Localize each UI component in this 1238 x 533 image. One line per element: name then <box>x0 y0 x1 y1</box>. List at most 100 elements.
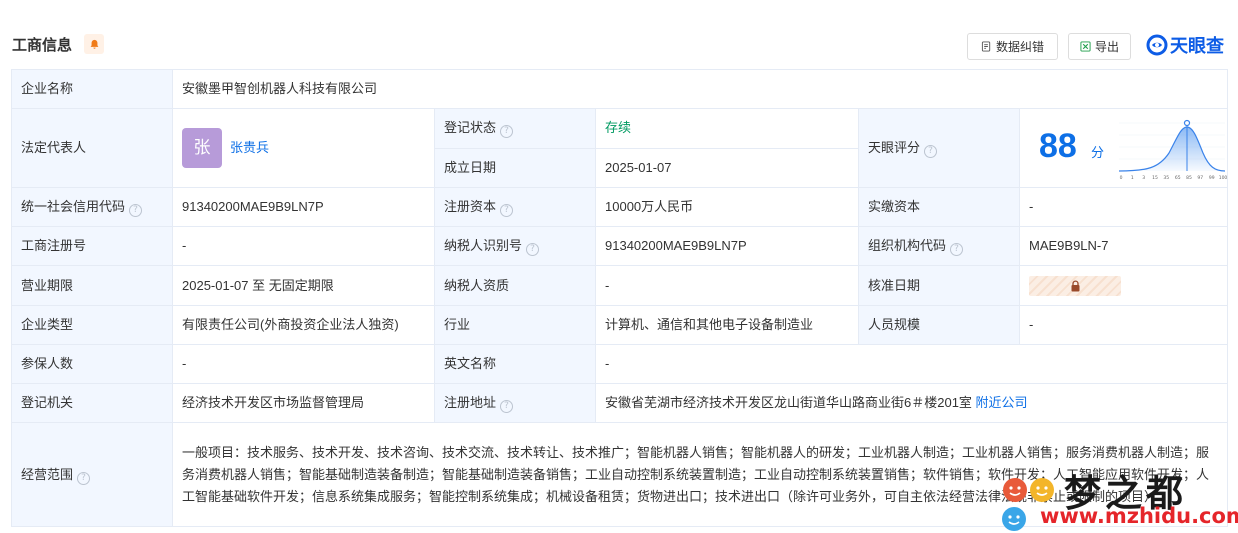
help-icon[interactable]: ? <box>129 204 143 217</box>
rating-marker-dot <box>1183 119 1191 127</box>
data-correction-label: 数据纠错 <box>995 40 1044 54</box>
reg-capital-value: 10000万人民币 <box>595 187 859 227</box>
insured-label: 参保人数 <box>11 344 173 384</box>
legal-rep-cell: 张张贵兵 <box>172 108 435 188</box>
org-code-label: 组织机构代码 <box>868 238 947 253</box>
rating-tick-label: 3 <box>1142 175 1145 181</box>
rating-cell[interactable]: 88 分 0 1 3 15 35 65 85 97 99 100 <box>1018 108 1229 188</box>
rating-distribution-chart: 0 1 3 15 35 65 85 97 99 100 <box>1118 119 1227 181</box>
table-row: 营业期限 2025-01-07 至 无固定期限 纳税人资质 - 核准日期 <box>11 265 1229 306</box>
reg-no-value: - <box>172 226 435 266</box>
credit-code-label-cell: 统一社会信用代码? <box>11 187 173 227</box>
business-info-table: 企业名称 安徽墨甲智创机器人科技有限公司 法定代表人 张张贵兵 登记状态? 存续… <box>11 69 1229 527</box>
paid-capital-value: - <box>1018 187 1229 227</box>
excel-icon <box>1080 41 1091 52</box>
legal-rep-link[interactable]: 张贵兵 <box>230 140 269 155</box>
table-row: 登记机关 经济技术开发区市场监督管理局 注册地址? 安徽省芜湖市经济技术开发区龙… <box>11 383 1229 423</box>
reg-address-label: 注册地址 <box>444 395 497 410</box>
rating-label: 天眼评分 <box>868 140 921 155</box>
taxpayer-id-label: 纳税人识别号 <box>444 238 523 253</box>
table-row: 企业类型 有限责任公司(外商投资企业法人独资) 行业 计算机、通信和其他电子设备… <box>11 305 1229 345</box>
reg-capital-label: 注册资本 <box>444 199 497 214</box>
industry-value: 计算机、通信和其他电子设备制造业 <box>595 305 859 345</box>
company-name-value: 安徽墨甲智创机器人科技有限公司 <box>171 69 1229 109</box>
reg-address-value: 安徽省芜湖市经济技术开发区龙山街道华山路商业街6＃楼201室 <box>605 395 972 410</box>
help-icon[interactable]: ? <box>500 125 514 139</box>
english-name-label: 英文名称 <box>434 344 596 384</box>
taxpayer-qual-value: - <box>595 265 859 306</box>
staff-size-label: 人员规模 <box>858 305 1020 345</box>
help-icon[interactable]: ? <box>924 145 938 158</box>
scope-label: 经营范围 <box>21 466 74 482</box>
company-type-value: 有限责任公司(外商投资企业法人独资) <box>172 305 435 345</box>
reg-address-label-cell: 注册地址? <box>434 383 596 423</box>
data-correction-button[interactable]: 数据纠错 <box>967 33 1058 60</box>
lock-icon <box>1071 280 1079 292</box>
approve-date-label: 核准日期 <box>858 265 1020 306</box>
english-name-value: - <box>594 344 1229 384</box>
rating-tick-label: 0 <box>1120 175 1123 181</box>
reg-authority-label: 登记机关 <box>11 383 173 423</box>
reg-status-label: 登记状态 <box>444 120 497 136</box>
taxpayer-id-label-cell: 纳税人识别号? <box>434 226 596 266</box>
term-label: 营业期限 <box>11 265 173 306</box>
taxpayer-qual-label: 纳税人资质 <box>434 265 596 306</box>
table-row: 法定代表人 张张贵兵 登记状态? 存续 天眼评分? 88 分 01315 35 … <box>11 108 1229 188</box>
scope-label-cell: 经营范围? <box>11 422 173 527</box>
section-header: 工商信息 数据纠错 导出 天眼查 <box>0 0 1238 70</box>
reg-authority-value: 经济技术开发区市场监督管理局 <box>172 383 435 423</box>
help-icon[interactable]: ? <box>500 400 514 413</box>
table-row: 统一社会信用代码? 91340200MAE9B9LN7P 注册资本? 10000… <box>11 187 1229 227</box>
table-row: 企业名称 安徽墨甲智创机器人科技有限公司 <box>11 69 1229 109</box>
watermark-blue-face-icon <box>1002 507 1026 531</box>
est-date-label: 成立日期 <box>434 147 596 188</box>
section-title: 工商信息 <box>12 37 73 54</box>
rating-tick-label: 65 <box>1175 175 1181 181</box>
rating-tick-label: 15 <box>1152 175 1158 181</box>
reg-status-value: 存续 <box>595 108 859 149</box>
watermark: 梦之都 www.mzhidu.com <box>1000 463 1238 533</box>
term-value: 2025-01-07 至 无固定期限 <box>172 265 435 306</box>
table-row: 参保人数 - 英文名称 - <box>11 344 1229 384</box>
staff-size-value: - <box>1018 305 1229 345</box>
bell-icon[interactable] <box>84 34 104 54</box>
rating-tick-label: 1 <box>1131 175 1134 181</box>
company-name-label: 企业名称 <box>11 69 173 109</box>
taxpayer-id-value: 91340200MAE9B9LN7P <box>595 226 859 266</box>
paid-capital-label: 实缴资本 <box>858 187 1020 227</box>
avatar[interactable]: 张 <box>182 128 222 168</box>
watermark-faces-icon <box>1003 478 1054 502</box>
tianyancha-logo: 天眼查 <box>1146 33 1224 57</box>
insured-value: - <box>172 344 435 384</box>
legal-rep-label: 法定代表人 <box>11 108 173 188</box>
edit-doc-icon <box>981 41 991 52</box>
rating-tick-label: 85 <box>1186 175 1192 181</box>
credit-code-label: 统一社会信用代码 <box>21 199 126 214</box>
nearby-companies-link[interactable]: 附近公司 <box>976 395 1028 410</box>
reg-capital-label-cell: 注册资本? <box>434 187 596 227</box>
reg-no-label: 工商注册号 <box>11 226 173 266</box>
help-icon[interactable]: ? <box>77 471 91 485</box>
approve-date-cell <box>1018 265 1229 306</box>
help-icon[interactable]: ? <box>950 243 964 256</box>
rating-tick-label: 35 <box>1163 175 1169 181</box>
rating-score: 88 <box>1039 127 1077 165</box>
rating-tick-label: 97 <box>1197 175 1203 181</box>
watermark-url: www.mzhidu.com <box>1040 504 1238 528</box>
rating-unit: 分 <box>1091 145 1105 160</box>
export-button[interactable]: 导出 <box>1068 33 1131 60</box>
logo-mark-icon <box>1146 34 1168 56</box>
est-date-value: 2025-01-07 <box>595 147 859 188</box>
reg-address-cell: 安徽省芜湖市经济技术开发区龙山街道华山路商业街6＃楼201室 附近公司 <box>594 383 1229 423</box>
table-row: 工商注册号 - 纳税人识别号? 91340200MAE9B9LN7P 组织机构代… <box>11 226 1229 266</box>
org-code-label-cell: 组织机构代码? <box>858 226 1020 266</box>
help-icon[interactable]: ? <box>500 204 514 217</box>
reg-status-label-cell: 登记状态? <box>434 108 596 149</box>
company-type-label: 企业类型 <box>11 305 173 345</box>
help-icon[interactable]: ? <box>526 243 540 256</box>
org-code-value: MAE9B9LN-7 <box>1018 226 1229 266</box>
credit-code-value: 91340200MAE9B9LN7P <box>172 187 435 227</box>
rating-label-cell: 天眼评分? <box>858 108 1020 188</box>
rating-tick-label: 100 <box>1219 175 1227 181</box>
vip-locked-value[interactable] <box>1029 275 1121 296</box>
